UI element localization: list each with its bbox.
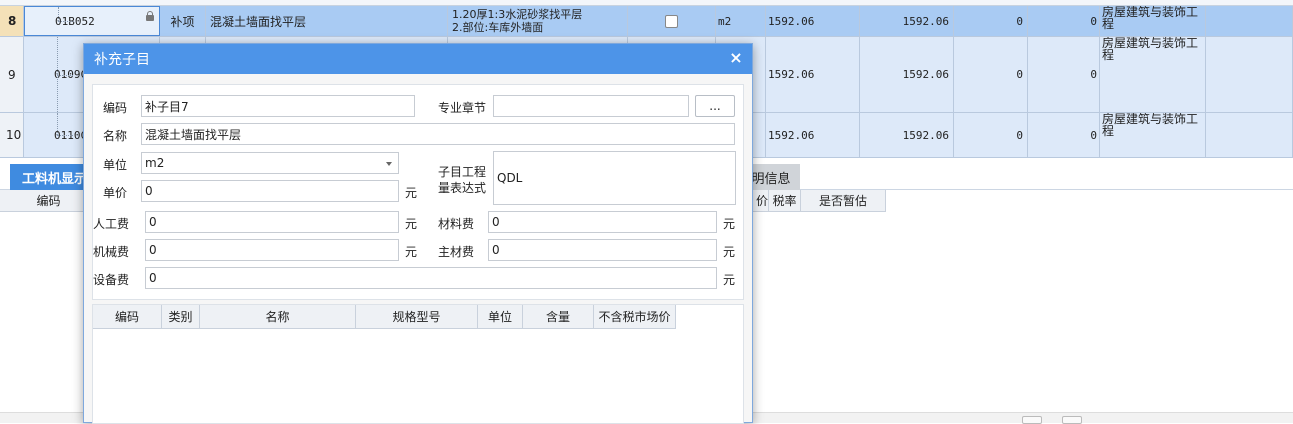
resource-table: 编码 类别 名称 规格型号 单位 含量 不含税市场价	[92, 304, 744, 424]
tree-connector	[57, 74, 73, 76]
row-number: 10	[0, 113, 24, 157]
tree-line	[57, 113, 58, 135]
row-empty-cell	[1206, 6, 1293, 36]
row-number: 8	[0, 6, 24, 36]
table-row[interactable]: 8 01B052 补项 混凝土墙面找平层 1.20厚1:3水泥砂浆找平层 2.部…	[0, 6, 1293, 37]
machine-unit: 元	[405, 245, 418, 259]
tree-line	[58, 7, 59, 21]
column-header-market-price[interactable]: 不含税市场价	[594, 305, 676, 329]
row-major: 房屋建筑与装饰工程	[1100, 6, 1206, 36]
dialog-form: 编码 专业章节 ... 名称 单位 m2 子目工程 量表达式 QDL 单价 元 …	[92, 84, 744, 300]
column-header-code[interactable]: 编码	[93, 305, 162, 329]
column-header-category[interactable]: 类别	[162, 305, 200, 329]
chevron-down-icon	[386, 162, 392, 166]
main-material-input[interactable]	[488, 239, 717, 261]
row-empty-cell	[1206, 37, 1293, 112]
chapter-label: 专业章节	[438, 101, 487, 115]
row-quantity: 1592.06	[766, 113, 860, 157]
row-checkbox-cell[interactable]	[628, 6, 716, 36]
row-major: 房屋建筑与装饰工程	[1100, 113, 1206, 157]
supplement-item-dialog: 补充子目 × 编码 专业章节 ... 名称 单位 m2 子目工程 量表达式 QD…	[83, 43, 753, 424]
material-label: 材料费	[438, 217, 475, 231]
material-unit: 元	[723, 217, 736, 231]
row-value: 0	[954, 6, 1028, 36]
chapter-browse-button[interactable]: ...	[695, 95, 735, 117]
price-label: 单价	[103, 186, 128, 200]
close-icon[interactable]: ×	[728, 50, 744, 66]
row-unit: m2	[716, 6, 766, 36]
equipment-label: 设备费	[93, 273, 130, 287]
lock-icon	[146, 11, 154, 21]
row-quantity: 1592.06	[766, 6, 860, 36]
material-input[interactable]	[488, 211, 717, 233]
main-material-label: 主材费	[438, 245, 475, 259]
price-unit: 元	[405, 186, 418, 200]
row-name: 混凝土墙面找平层	[206, 6, 448, 36]
name-input[interactable]	[141, 123, 735, 145]
expression-input[interactable]: QDL	[493, 151, 736, 205]
unit-select-value: m2	[145, 156, 165, 170]
tree-connector	[58, 21, 74, 22]
row-feature-line: 1.20厚1:3水泥砂浆找平层	[452, 8, 583, 21]
column-header-tax-rate[interactable]: 税率	[769, 190, 801, 212]
machine-label: 机械费	[93, 245, 130, 259]
unit-label: 单位	[103, 158, 128, 172]
main-material-unit: 元	[723, 245, 736, 259]
labor-label: 人工费	[93, 217, 130, 231]
code-label: 编码	[103, 101, 128, 115]
row-value: 1592.06	[860, 37, 954, 112]
row-value: 0	[1028, 37, 1100, 112]
labor-input[interactable]	[145, 211, 399, 233]
column-header-content[interactable]: 含量	[523, 305, 594, 329]
row-value: 1592.06	[860, 113, 954, 157]
row-value: 0	[954, 37, 1028, 112]
labor-unit: 元	[405, 217, 418, 231]
dialog-title-bar[interactable]: 补充子目 ×	[84, 44, 752, 74]
row-checkbox[interactable]	[665, 14, 678, 28]
equipment-input[interactable]	[145, 267, 717, 289]
code-input[interactable]	[141, 95, 415, 117]
machine-input[interactable]	[145, 239, 399, 261]
dialog-title: 补充子目	[94, 52, 150, 68]
column-header-provisional[interactable]: 是否暂估	[801, 190, 886, 212]
chapter-input[interactable]	[493, 95, 689, 117]
equipment-unit: 元	[723, 273, 736, 287]
column-header-unit[interactable]: 单位	[478, 305, 523, 329]
row-quantity: 1592.06	[766, 37, 860, 112]
column-header-name[interactable]: 名称	[200, 305, 356, 329]
row-value: 0	[1028, 6, 1100, 36]
price-input[interactable]	[141, 180, 399, 202]
unit-select[interactable]: m2	[141, 152, 399, 174]
column-header-spec[interactable]: 规格型号	[356, 305, 478, 329]
row-feature: 1.20厚1:3水泥砂浆找平层 2.部位:车库外墙面	[448, 6, 628, 36]
expression-label: 子目工程	[438, 165, 487, 179]
row-value: 0	[1028, 113, 1100, 157]
row-code[interactable]: 01B052	[24, 6, 160, 36]
row-value: 1592.06	[860, 6, 954, 36]
expression-label: 量表达式	[438, 181, 487, 195]
tree-connector	[57, 135, 73, 136]
column-header-price[interactable]: 价	[753, 190, 769, 212]
row-feature-line: 2.部位:车库外墙面	[452, 21, 544, 34]
row-value: 0	[954, 113, 1028, 157]
row-empty-cell	[1206, 113, 1293, 157]
row-major: 房屋建筑与装饰工程	[1100, 37, 1206, 112]
name-label: 名称	[103, 129, 128, 143]
row-number: 9	[0, 37, 24, 112]
row-type: 补项	[160, 6, 206, 36]
